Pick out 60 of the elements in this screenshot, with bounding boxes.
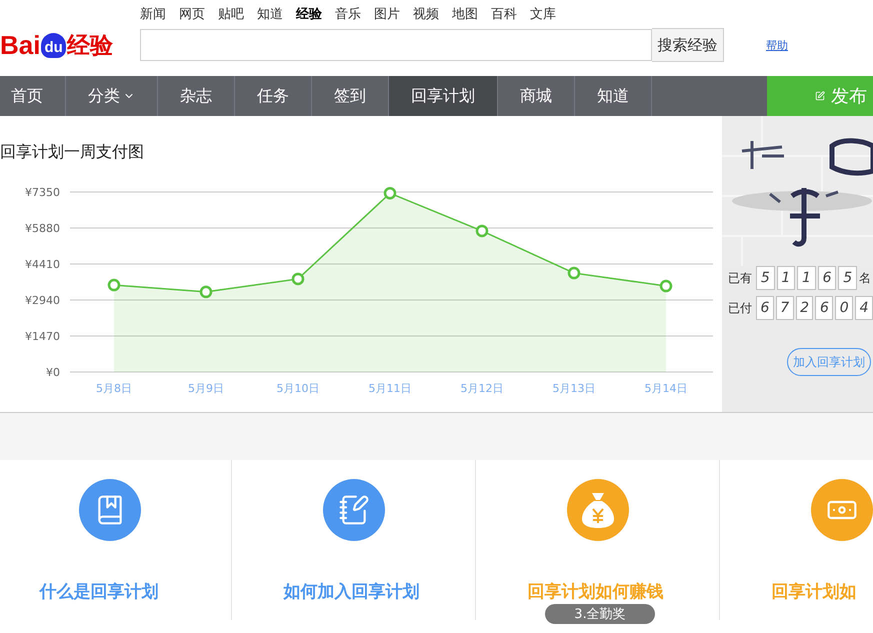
axis-label: ¥2940 <box>25 294 60 307</box>
axis-label: 5月8日 <box>96 382 132 395</box>
top-link[interactable]: 新闻 <box>140 5 166 23</box>
nav-tab[interactable]: 任务 <box>235 76 312 116</box>
nav-tab[interactable]: 知道 <box>575 76 652 116</box>
top-link[interactable]: 贴吧 <box>218 5 244 23</box>
counter-digit: 6 <box>756 296 774 320</box>
counter-digit: 5 <box>838 266 857 290</box>
axis-label: ¥4410 <box>25 258 60 271</box>
counter-digit: 6 <box>818 266 836 290</box>
search-field[interactable] <box>140 29 652 61</box>
counter-digit: 6 <box>815 296 834 320</box>
money-bag-icon <box>580 491 614 529</box>
nav-tab[interactable]: 分类 <box>66 76 158 116</box>
stat-label: 已有 <box>728 270 752 286</box>
counter-digit: 5 <box>756 266 775 290</box>
top-link[interactable]: 地图 <box>452 5 478 23</box>
axis-label: ¥0 <box>46 366 60 379</box>
counter-digit: 7 <box>776 296 794 320</box>
data-point <box>108 278 120 292</box>
chart-title: 回享计划一周支付图 <box>0 141 145 163</box>
search-button[interactable]: 搜索经验 <box>652 28 724 62</box>
data-point <box>476 224 488 238</box>
counter-digit: 4 <box>855 296 873 320</box>
notebook-pen-icon <box>338 494 370 526</box>
top-link[interactable]: 经验 <box>296 5 322 23</box>
axis-label: 5月9日 <box>188 382 224 395</box>
help-link[interactable]: 帮助 <box>766 38 788 52</box>
logo[interactable]: Bai du 经验 <box>0 0 140 76</box>
top-link[interactable]: 网页 <box>179 5 205 23</box>
axis-label: 5月11日 <box>368 382 412 395</box>
nav-tab[interactable]: 杂志 <box>158 76 235 116</box>
axis-label: ¥5880 <box>25 222 60 235</box>
axis-label: ¥1470 <box>25 330 60 343</box>
counter-digit: 1 <box>776 266 796 290</box>
data-point <box>200 286 212 298</box>
nav-tab[interactable]: 回享计划 <box>389 76 498 116</box>
axis-label: ¥7350 <box>25 186 60 199</box>
data-point <box>568 266 580 280</box>
data-point <box>292 272 304 286</box>
axis-label: 5月13日 <box>552 382 596 395</box>
axis-label: 5月12日 <box>460 382 504 395</box>
data-point <box>660 280 672 292</box>
top-link[interactable]: 文库 <box>530 5 556 23</box>
stat-label: 已付 <box>728 300 752 316</box>
axis-label: 5月10日 <box>276 382 320 395</box>
top-link[interactable]: 音乐 <box>335 5 361 23</box>
counter-digit: 1 <box>797 266 816 290</box>
top-link[interactable]: 知道 <box>257 5 283 23</box>
top-link[interactable]: 视频 <box>413 5 439 23</box>
nav-tab[interactable]: 首页 <box>0 76 66 116</box>
counter-digit: 0 <box>835 296 854 320</box>
step-label: 3.全勤奖 <box>545 604 655 624</box>
stat-unit: 名 <box>858 270 871 286</box>
counter-digit: 2 <box>796 296 814 320</box>
axis-label: 5月14日 <box>644 382 688 395</box>
nav-tab[interactable]: 商城 <box>498 76 575 116</box>
top-link[interactable]: 图片 <box>374 5 400 23</box>
top-link[interactable]: 百科 <box>491 5 517 23</box>
data-point <box>384 186 396 200</box>
